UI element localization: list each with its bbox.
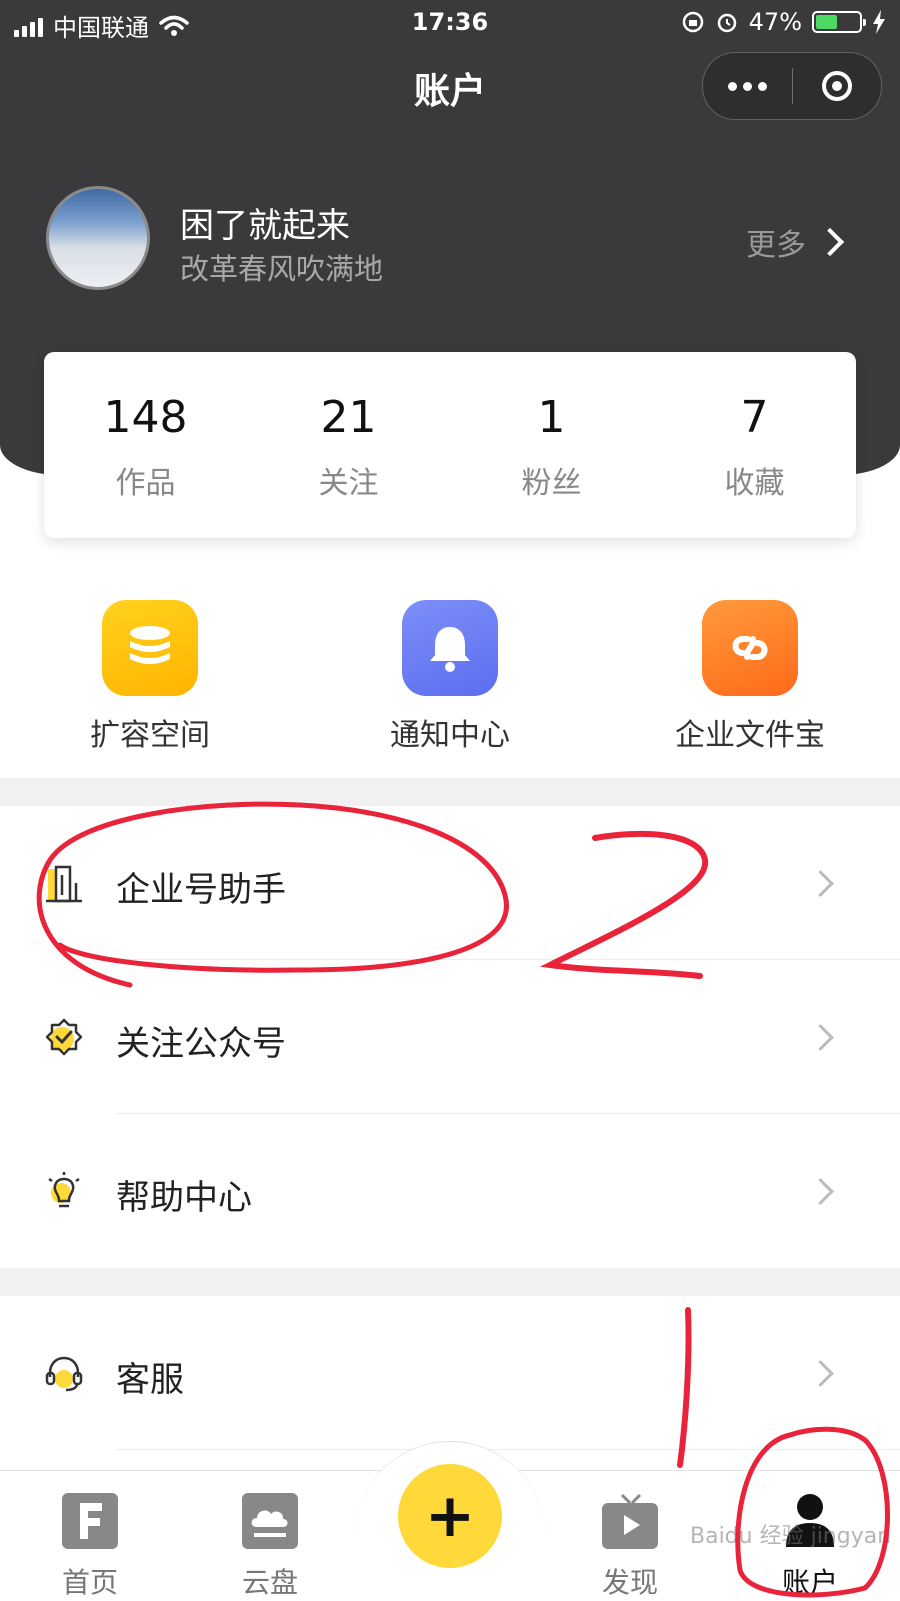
lightbulb-icon bbox=[48, 1172, 80, 1208]
tab-cloud-drive[interactable]: 云盘 bbox=[210, 1491, 330, 1601]
chevron-right-icon bbox=[807, 1360, 834, 1387]
headset-icon bbox=[45, 1356, 83, 1392]
stat-fans[interactable]: 1 粉丝 bbox=[450, 352, 653, 538]
menu-label: 客服 bbox=[116, 1360, 184, 1400]
menu-label: 企业号助手 bbox=[116, 870, 286, 910]
tv-play-icon bbox=[602, 1493, 658, 1549]
create-button[interactable]: + bbox=[398, 1464, 502, 1568]
close-miniapp-button[interactable] bbox=[793, 71, 882, 101]
stat-value: 148 bbox=[103, 392, 188, 443]
tab-home[interactable]: 首页 bbox=[30, 1491, 150, 1601]
stat-label: 关注 bbox=[318, 466, 379, 501]
battery-icon bbox=[812, 11, 866, 33]
stat-works[interactable]: 148 作品 bbox=[44, 352, 247, 538]
menu-customer-service[interactable]: 客服 bbox=[0, 1296, 900, 1450]
tab-label: 发现 bbox=[601, 1566, 658, 1599]
miniapp-capsule bbox=[702, 52, 882, 120]
section-gap bbox=[0, 778, 900, 806]
tab-discover[interactable]: 发现 bbox=[570, 1491, 690, 1601]
bell-icon bbox=[402, 600, 498, 696]
menu-enterprise-assistant[interactable]: 企业号助手 bbox=[0, 806, 900, 960]
profile-name: 困了就起来 bbox=[180, 206, 350, 246]
cloud-drive-icon bbox=[242, 1493, 298, 1549]
stats-card: 148 作品 21 关注 1 粉丝 7 收藏 bbox=[44, 352, 856, 538]
menu-label: 帮助中心 bbox=[116, 1178, 252, 1218]
more-label: 更多 bbox=[746, 228, 806, 263]
quick-actions: 扩容空间 通知中心 企业文件宝 bbox=[0, 600, 900, 760]
chevron-right-icon bbox=[807, 870, 834, 897]
chevron-right-icon bbox=[807, 1024, 834, 1051]
quick-expand-storage[interactable]: 扩容空间 bbox=[0, 600, 300, 760]
menu-help-center[interactable]: 帮助中心 bbox=[0, 1114, 900, 1268]
stat-label: 粉丝 bbox=[521, 466, 582, 501]
alarm-icon bbox=[717, 13, 736, 33]
quick-enterprise-files[interactable]: 企业文件宝 bbox=[600, 600, 900, 760]
section-gap bbox=[0, 1268, 900, 1296]
quick-label: 扩容空间 bbox=[90, 718, 210, 753]
stat-value: 1 bbox=[537, 392, 566, 443]
storage-icon bbox=[102, 600, 198, 696]
chevron-right-icon bbox=[807, 1178, 834, 1205]
charging-icon bbox=[873, 10, 885, 34]
menu-label: 关注公众号 bbox=[116, 1024, 286, 1064]
stat-label: 作品 bbox=[115, 466, 176, 501]
avatar[interactable] bbox=[46, 186, 150, 290]
tab-label: 账户 bbox=[781, 1566, 838, 1599]
profile-signature: 改革春风吹满地 bbox=[180, 252, 384, 286]
building-icon bbox=[46, 865, 82, 903]
rotation-lock-icon bbox=[682, 11, 703, 33]
stat-value: 7 bbox=[740, 392, 769, 443]
stat-label: 收藏 bbox=[724, 466, 785, 501]
status-bar: 中国联通 17:36 47% bbox=[0, 0, 900, 44]
battery-percent: 47% bbox=[748, 8, 802, 36]
stat-value: 21 bbox=[320, 392, 377, 443]
more-link[interactable]: 更多 bbox=[746, 220, 845, 264]
target-icon bbox=[821, 71, 852, 101]
badge-check-icon bbox=[45, 1018, 83, 1056]
more-menu-button[interactable] bbox=[703, 81, 792, 91]
tab-label: 首页 bbox=[61, 1566, 118, 1599]
home-f-icon bbox=[62, 1493, 118, 1549]
watermark: Baidu 经验 jingyan.baidu.com bbox=[690, 1524, 890, 1549]
stat-following[interactable]: 21 关注 bbox=[247, 352, 450, 538]
menu-follow-official-account[interactable]: 关注公众号 bbox=[0, 960, 900, 1114]
chevron-right-icon bbox=[815, 227, 845, 257]
quick-label: 企业文件宝 bbox=[675, 718, 825, 753]
quick-label: 通知中心 bbox=[390, 718, 510, 753]
tab-label: 云盘 bbox=[241, 1566, 298, 1599]
link-icon bbox=[702, 600, 798, 696]
quick-notification-center[interactable]: 通知中心 bbox=[300, 600, 600, 760]
stat-favorites[interactable]: 7 收藏 bbox=[653, 352, 856, 538]
